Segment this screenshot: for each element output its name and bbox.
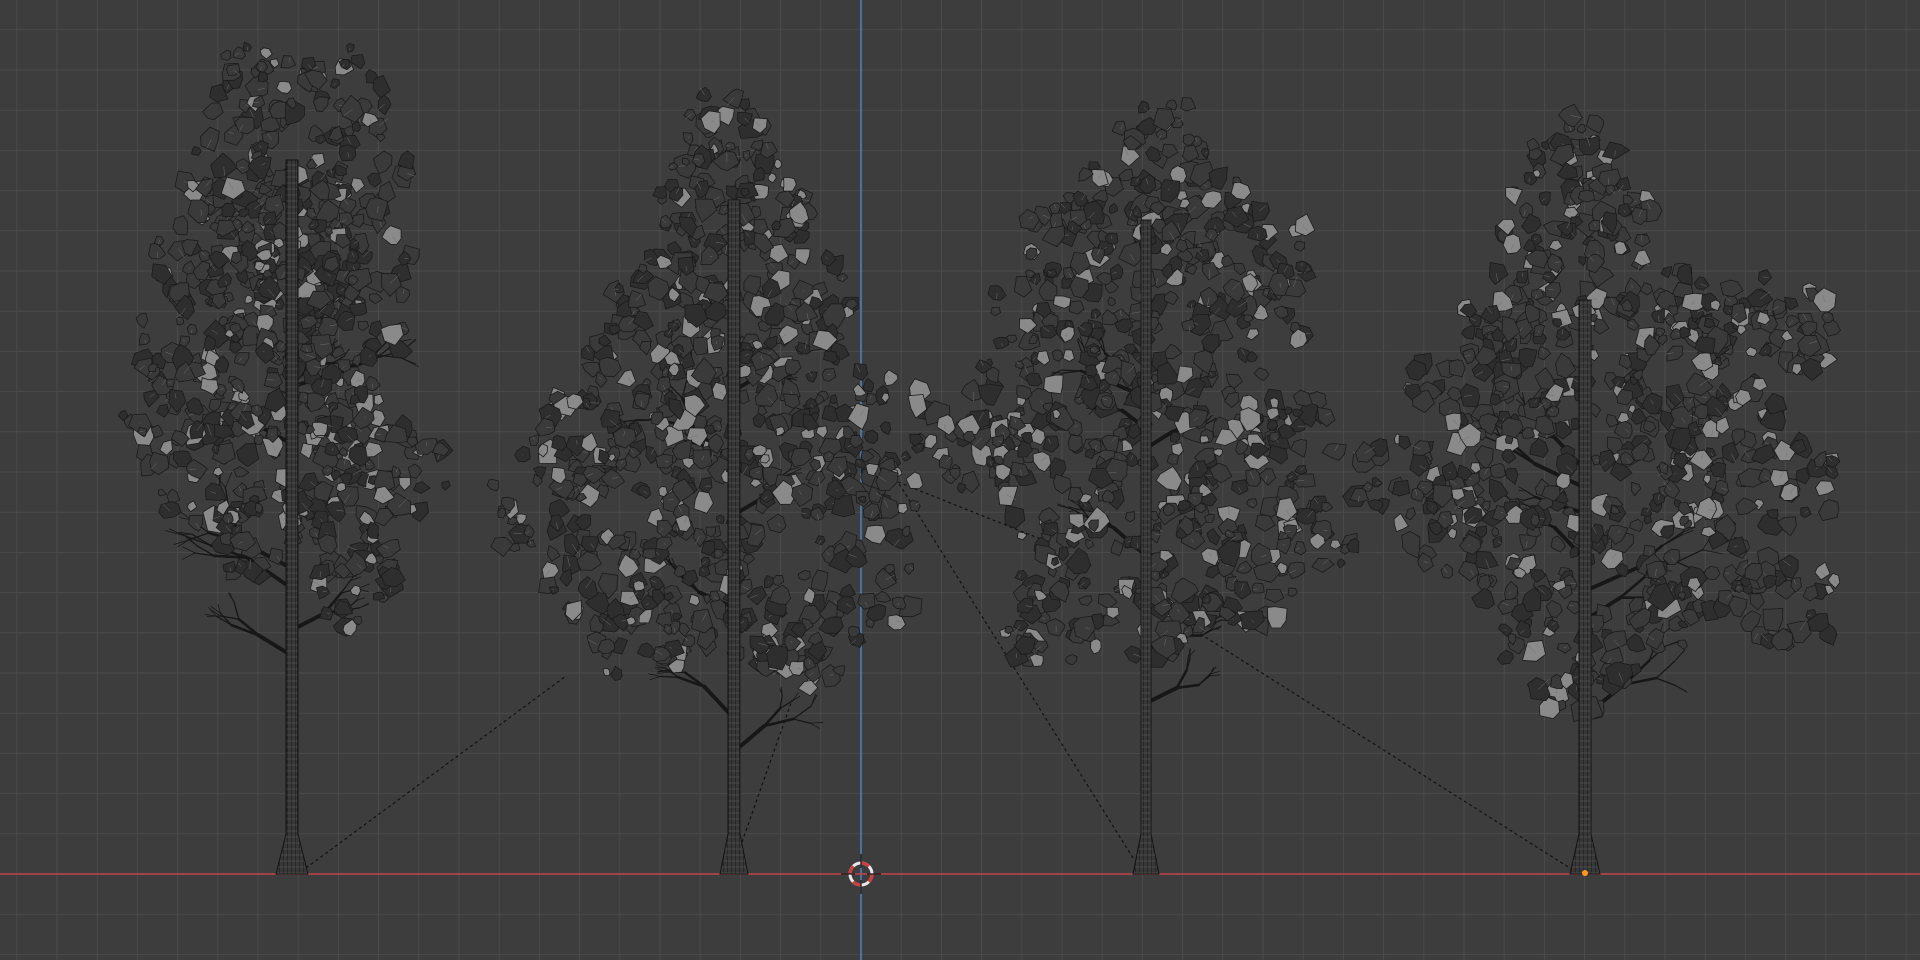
tree-canopy [1342, 103, 1841, 723]
tree-4[interactable] [1342, 103, 1841, 875]
3d-viewport[interactable] [0, 0, 1920, 960]
tree-canopy [486, 86, 951, 697]
tree-1[interactable] [117, 41, 454, 875]
viewport-canvas[interactable] [0, 0, 1920, 960]
tree-3[interactable] [931, 97, 1360, 875]
object-origin-dot [1582, 870, 1588, 876]
tree-2[interactable] [486, 86, 951, 875]
tree-objects[interactable] [117, 41, 1841, 876]
